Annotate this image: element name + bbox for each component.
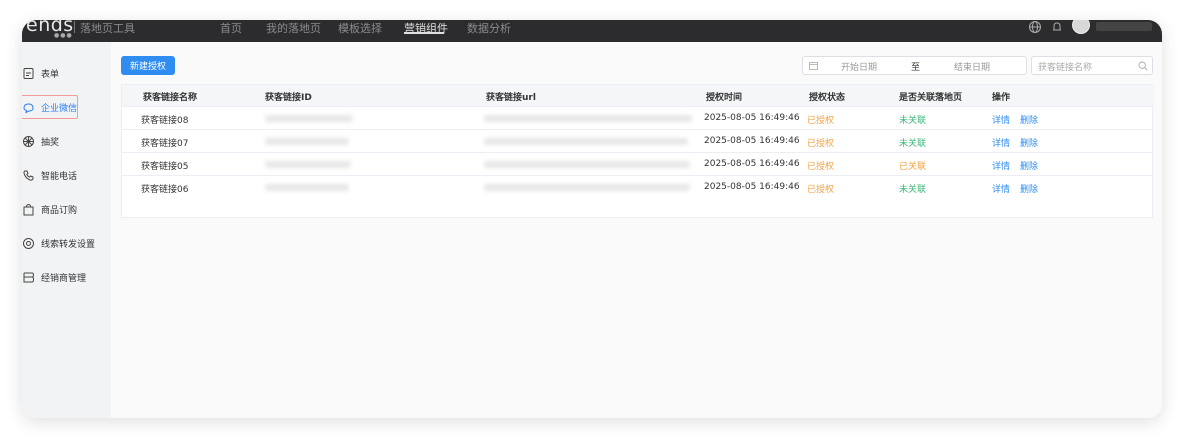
linked-status: 未关联	[899, 116, 927, 126]
acquisition-link-table: 获客链接名称 获客链接ID 获客链接url 授权时间 授权状态 是否关联落地页 …	[121, 84, 1154, 218]
nav-item-analytics[interactable]: 数据分析	[467, 20, 511, 36]
sidebar-item-wecom[interactable]: 企业微信	[22, 94, 111, 120]
link-name: 获客链接06	[141, 185, 189, 195]
sidebar-item-lead-forward[interactable]: 线索转发设置	[22, 230, 111, 256]
link-url-blurred	[484, 184, 690, 191]
link-id-blurred	[265, 115, 353, 122]
table-row: 获客链接07 2025-08-05 16:49:46 已授权 未关联 详情 删除	[122, 130, 1154, 153]
bell-icon[interactable]	[1050, 20, 1064, 34]
settings-icon	[23, 237, 34, 249]
date-range-picker[interactable]: 开始日期 至 结束日期	[802, 56, 1027, 75]
wecom-icon	[23, 102, 34, 113]
sidebar-item-label: 企业微信	[41, 103, 78, 114]
auth-time: 2025-08-05 16:49:46	[704, 182, 800, 192]
sidebar-item-label: 抽奖	[41, 137, 60, 148]
table-row: 获客链接05 2025-08-05 16:49:46 已授权 已关联 详情 删除	[122, 153, 1154, 176]
link-id-blurred	[265, 138, 349, 145]
search-icon[interactable]	[1138, 61, 1148, 71]
column-header-auth-time: 授权时间	[706, 93, 743, 103]
dealer-icon	[23, 272, 35, 282]
link-url-blurred	[484, 161, 690, 168]
sidebar-item-dealer-management[interactable]: 经销商管理	[22, 264, 111, 290]
link-name: 获客链接07	[141, 139, 189, 149]
brand-logo-dots: ●●●	[54, 32, 73, 39]
search-placeholder: 获客链接名称	[1038, 63, 1093, 73]
auth-status: 已授权	[807, 162, 835, 172]
user-avatar[interactable]	[1072, 20, 1090, 34]
linked-status: 已关联	[899, 162, 927, 172]
link-id-blurred	[265, 161, 351, 168]
nav-item-templates[interactable]: 模板选择	[338, 20, 382, 36]
sidebar-item-product-order[interactable]: 商品订购	[22, 196, 111, 222]
column-header-actions: 操作	[992, 93, 1011, 103]
sidebar-item-label: 线索转发设置	[41, 239, 96, 250]
table-header: 获客链接名称 获客链接ID 获客链接url 授权时间 授权状态 是否关联落地页 …	[122, 85, 1154, 107]
sidebar-item-label: 经销商管理	[41, 273, 87, 284]
end-date-input[interactable]: 结束日期	[954, 60, 990, 73]
column-header-url: 获客链接url	[486, 93, 536, 103]
link-name: 获客链接05	[141, 162, 189, 172]
delete-link[interactable]: 删除	[1020, 159, 1038, 172]
auth-status: 已授权	[807, 116, 835, 126]
app-window: ends ●●● 落地页工具 首页 我的落地页 模板选择 营销组件 数据分析 表…	[22, 20, 1162, 418]
delete-link[interactable]: 删除	[1020, 136, 1038, 149]
link-name: 获客链接08	[141, 116, 189, 126]
sidebar-item-lottery[interactable]: 抽奖	[22, 128, 111, 154]
link-id-blurred	[265, 184, 349, 191]
logo-divider	[74, 21, 75, 33]
new-authorization-button[interactable]: 新建授权	[121, 56, 175, 75]
auth-status: 已授权	[807, 185, 835, 195]
column-header-auth-status: 授权状态	[809, 93, 846, 103]
link-name-search-input[interactable]: 获客链接名称	[1031, 56, 1153, 75]
nav-item-my-pages[interactable]: 我的落地页	[266, 20, 321, 36]
link-url-blurred	[484, 138, 688, 145]
globe-icon[interactable]	[1028, 20, 1042, 34]
sidebar-item-form[interactable]: 表单	[22, 60, 111, 86]
auth-time: 2025-08-05 16:49:46	[704, 113, 800, 123]
main-content: 新建授权 开始日期 至 结束日期 获客链接名称 获客链接名称 获客链接ID 获客…	[111, 42, 1162, 418]
delete-link[interactable]: 删除	[1020, 182, 1038, 195]
table-row: 获客链接06 2025-08-05 16:49:46 已授权 未关联 详情 删除	[122, 176, 1154, 199]
table-row: 获客链接08 2025-08-05 16:49:46 已授权 未关联 详情 删除	[122, 107, 1154, 130]
column-header-linked: 是否关联落地页	[899, 93, 963, 103]
date-separator: 至	[911, 63, 921, 73]
linked-status: 未关联	[899, 139, 927, 149]
app-name: 落地页工具	[80, 22, 135, 35]
detail-link[interactable]: 详情	[992, 113, 1010, 126]
start-date-input[interactable]: 开始日期	[841, 60, 877, 73]
sidebar-item-label: 商品订购	[41, 205, 78, 216]
detail-link[interactable]: 详情	[992, 136, 1010, 149]
username-blurred	[1096, 22, 1152, 31]
calendar-icon	[809, 62, 818, 70]
detail-link[interactable]: 详情	[992, 159, 1010, 172]
delete-link[interactable]: 删除	[1020, 113, 1038, 126]
nav-item-home[interactable]: 首页	[220, 20, 242, 36]
active-nav-indicator	[404, 32, 444, 34]
top-nav-bar: ends ●●● 落地页工具 首页 我的落地页 模板选择 营销组件 数据分析	[22, 20, 1162, 42]
form-icon	[23, 67, 34, 79]
sidebar-item-label: 表单	[41, 69, 60, 80]
auth-time: 2025-08-05 16:49:46	[704, 159, 800, 169]
column-header-name: 获客链接名称	[143, 93, 198, 103]
auth-status: 已授权	[807, 139, 835, 149]
link-url-blurred	[484, 115, 692, 122]
phone-icon	[23, 170, 34, 181]
sidebar-item-smart-phone[interactable]: 智能电话	[22, 162, 111, 188]
shopping-bag-icon	[23, 203, 34, 215]
lottery-icon	[23, 135, 34, 147]
sidebar-item-label: 智能电话	[41, 171, 78, 182]
sidebar: 表单 企业微信 抽奖 智能电话 商品订购 线索转发设置 经销商管理	[22, 42, 111, 418]
auth-time: 2025-08-05 16:49:46	[704, 136, 800, 146]
linked-status: 未关联	[899, 185, 927, 195]
detail-link[interactable]: 详情	[992, 182, 1010, 195]
column-header-id: 获客链接ID	[265, 93, 312, 103]
